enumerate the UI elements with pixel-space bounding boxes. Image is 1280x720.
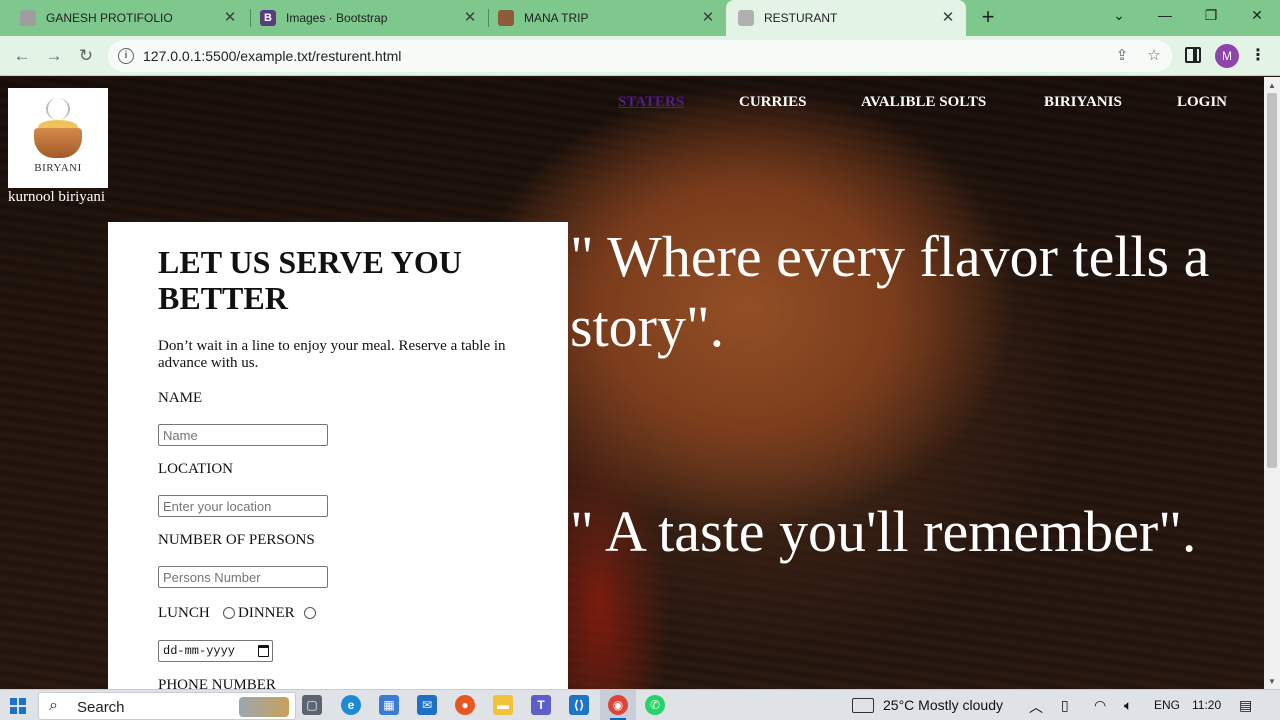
nav-link-staters[interactable]: STATERS <box>618 94 684 111</box>
task-view-icon[interactable]: ▢ <box>302 695 322 715</box>
weather-icon[interactable] <box>852 698 874 713</box>
nav-link-biriyanis[interactable]: BIRIYANIS <box>1044 94 1122 111</box>
persons-input[interactable] <box>158 566 328 588</box>
tab-title: MANA TRIP <box>524 11 589 25</box>
pot-icon <box>34 128 82 158</box>
windows-taskbar: ⌕ Search ▢ e ▦ ✉ ● ▬ T ⟨⟩ ◉ ✆ 25°C Mostl… <box>0 689 1280 720</box>
page-favicon-icon <box>498 10 514 26</box>
notifications-icon[interactable]: ▤ <box>1239 697 1252 714</box>
calendar-icon[interactable] <box>258 645 269 657</box>
page-favicon-icon <box>20 10 36 26</box>
tab-bootstrap-images[interactable]: B Images · Bootstrap ✕ <box>248 0 488 36</box>
bootstrap-icon: B <box>260 10 276 26</box>
windows-start-icon[interactable] <box>10 698 26 714</box>
chrome-icon[interactable]: ◉ <box>608 695 628 715</box>
page-favicon-icon <box>738 10 754 26</box>
scroll-up-icon[interactable]: ▲ <box>1268 81 1276 90</box>
restore-icon[interactable]: ❐ <box>1188 0 1234 30</box>
site-logo[interactable]: BIRYANI <box>8 88 108 188</box>
scroll-thumb[interactable] <box>1267 93 1277 468</box>
browser-tab-bar: GANESH PROTIFOLIO ✕ B Images · Bootstrap… <box>0 0 1280 36</box>
form-description: Don’t wait in a line to enjoy your meal.… <box>158 338 506 371</box>
close-icon[interactable]: ✕ <box>222 10 238 26</box>
site-info-icon[interactable]: i <box>118 48 134 64</box>
hero-quote-line-1: " Where every flavor tells a <box>570 224 1210 289</box>
weather-text[interactable]: 25°C Mostly cloudy <box>883 697 1003 713</box>
lunch-radio[interactable] <box>223 607 235 619</box>
tab-mana-trip[interactable]: MANA TRIP ✕ <box>486 0 726 36</box>
page-viewport: BIRYANI kurnool biriyani STATERS CURRIES… <box>0 77 1264 689</box>
file-explorer-icon[interactable]: ▬ <box>493 695 513 715</box>
page-scrollbar[interactable]: ▲ ▼ <box>1264 77 1280 689</box>
name-label: NAME <box>158 390 203 406</box>
menu-kebab-icon[interactable]: ⋮ <box>1250 44 1266 68</box>
form-title: LET US SERVE YOU BETTER <box>158 244 462 316</box>
side-panel-icon[interactable] <box>1185 47 1201 63</box>
date-placeholder: dd-mm-yyyy <box>163 644 236 658</box>
share-icon[interactable]: ⇪ <box>1112 46 1132 66</box>
search-highlight-icon <box>239 697 289 717</box>
teams-icon[interactable]: T <box>531 695 551 715</box>
hero-quote-line-2: story". <box>570 294 725 359</box>
store-icon[interactable]: ▦ <box>379 695 399 715</box>
device-icon[interactable]: ▯ <box>1061 697 1069 714</box>
forward-arrow-icon[interactable]: → <box>42 44 66 68</box>
close-icon[interactable]: ✕ <box>940 10 956 26</box>
nav-link-curries[interactable]: CURRIES <box>739 94 807 111</box>
brand-name: kurnool biriyani <box>8 189 106 205</box>
location-label: LOCATION <box>158 461 233 477</box>
close-icon[interactable]: ✕ <box>462 10 478 26</box>
edge-icon[interactable]: e <box>341 695 361 715</box>
name-input[interactable] <box>158 424 328 446</box>
back-arrow-icon[interactable]: ← <box>10 44 34 68</box>
reload-icon[interactable]: ↻ <box>74 44 98 68</box>
firefox-icon[interactable]: ● <box>455 695 475 715</box>
dinner-label: DINNER <box>238 605 295 621</box>
dinner-radio[interactable] <box>304 607 316 619</box>
browser-toolbar: ← → ↻ i 127.0.0.1:5500/example.txt/restu… <box>0 36 1280 76</box>
window-close-icon[interactable]: ✕ <box>1234 0 1280 30</box>
close-icon[interactable]: ✕ <box>700 10 716 26</box>
clock[interactable]: 11:20 <box>1192 698 1221 712</box>
scroll-down-icon[interactable]: ▼ <box>1268 677 1276 686</box>
date-input[interactable]: dd-mm-yyyy <box>158 640 273 662</box>
tab-title: GANESH PROTIFOLIO <box>46 11 173 25</box>
language-indicator[interactable]: ENG <box>1154 698 1180 712</box>
phone-label: PHONE NUMBER <box>158 677 276 689</box>
vscode-icon[interactable]: ⟨⟩ <box>569 695 589 715</box>
url-text[interactable]: 127.0.0.1:5500/example.txt/resturent.htm… <box>143 48 401 64</box>
bookmark-star-icon[interactable]: ☆ <box>1144 46 1164 66</box>
whatsapp-icon[interactable]: ✆ <box>645 695 665 715</box>
tray-overflow-chevron-icon[interactable]: ︿ <box>1029 697 1043 717</box>
tab-search-chevron-icon[interactable]: ⌄ <box>1096 0 1142 30</box>
nav-link-login[interactable]: LOGIN <box>1177 94 1227 111</box>
mail-icon[interactable]: ✉ <box>417 695 437 715</box>
profile-avatar[interactable]: M <box>1215 44 1239 68</box>
lunch-label: LUNCH <box>158 605 210 621</box>
nav-link-available-slots[interactable]: AVALIBLE SOLTS <box>861 94 986 111</box>
tab-resturant[interactable]: RESTURANT ✕ <box>726 0 966 36</box>
tab-ganesh-portfolio[interactable]: GANESH PROTIFOLIO ✕ <box>8 0 248 36</box>
minimize-icon[interactable]: — <box>1142 0 1188 30</box>
hero-quote-secondary: " A taste you'll remember". <box>570 499 1197 564</box>
tab-title: Images · Bootstrap <box>286 11 388 25</box>
tab-title: RESTURANT <box>764 11 838 25</box>
reservation-form: LET US SERVE YOU BETTER Don’t wait in a … <box>108 222 568 689</box>
steam-icon <box>46 98 70 120</box>
taskbar-search[interactable]: ⌕ Search <box>38 692 296 720</box>
logo-text: BIRYANI <box>34 162 82 174</box>
wifi-icon[interactable]: ◠ <box>1094 697 1106 714</box>
taskbar-search-label: Search <box>77 699 125 716</box>
search-icon: ⌕ <box>49 697 58 714</box>
address-bar[interactable]: i 127.0.0.1:5500/example.txt/resturent.h… <box>108 40 1172 72</box>
new-tab-button[interactable]: + <box>976 6 1000 30</box>
location-input[interactable] <box>158 495 328 517</box>
volume-icon[interactable]: 🔈︎ <box>1124 697 1132 714</box>
persons-label: NUMBER OF PERSONS <box>158 532 315 548</box>
